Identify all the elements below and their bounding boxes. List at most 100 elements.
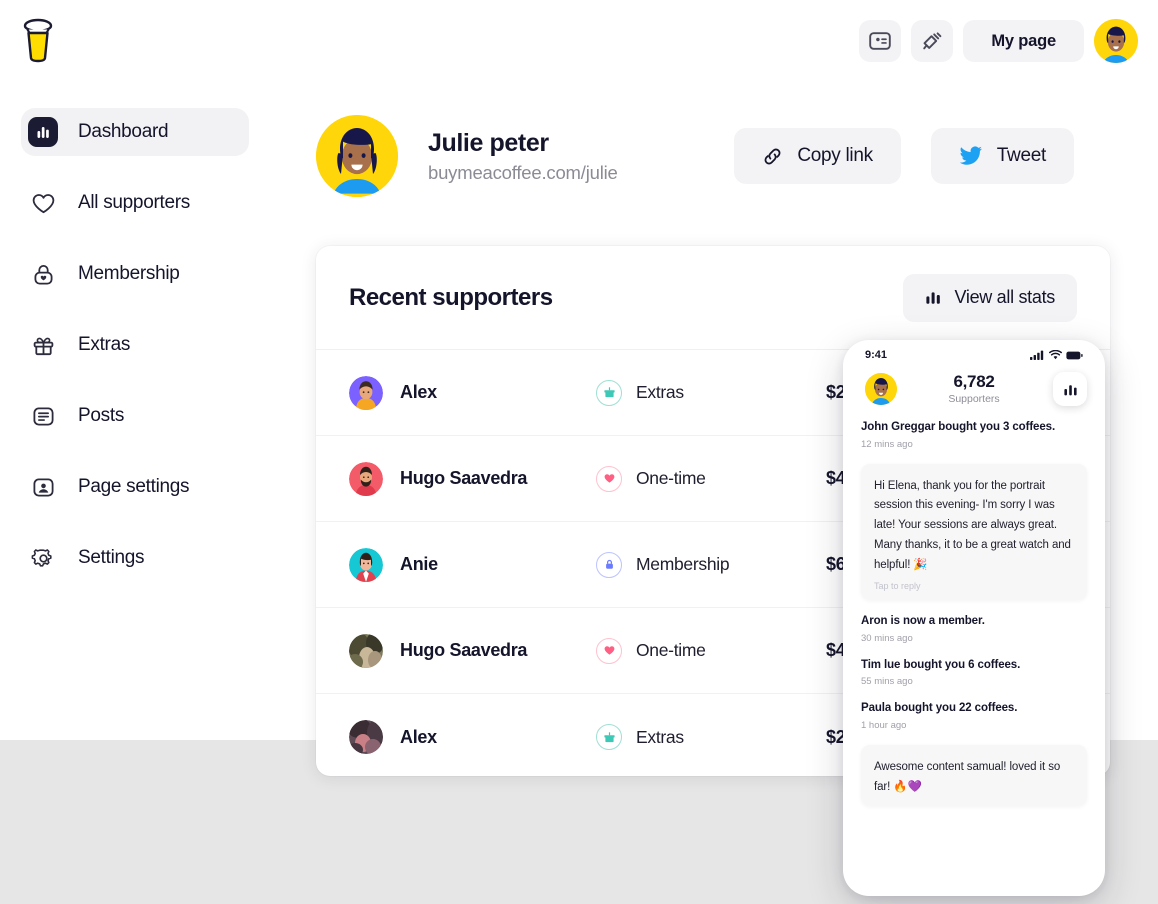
phone-status-bar: 9:41 — [843, 340, 1105, 370]
sidebar: Dashboard All supporters Membership Extr… — [0, 108, 270, 605]
sidebar-item-membership[interactable]: Membership — [0, 250, 270, 298]
notification-time: 1 hour ago — [861, 719, 907, 731]
top-actions: My page — [859, 19, 1138, 63]
cellular-signal-icon — [1030, 350, 1045, 360]
status-time: 9:41 — [865, 349, 888, 361]
user-card-icon — [28, 472, 58, 502]
notification-time: 12 mins ago — [861, 438, 913, 450]
bar-chart-icon — [28, 117, 58, 147]
my-page-button[interactable]: My page — [963, 20, 1084, 62]
message-bubble[interactable]: Hi Elena, thank you for the portrait ses… — [861, 463, 1087, 601]
heart-icon — [596, 637, 622, 664]
heart-icon — [28, 188, 58, 218]
bar-chart-icon — [925, 289, 942, 306]
coffee-cup-icon[interactable] — [19, 16, 57, 64]
sidebar-item-label: Posts — [78, 405, 125, 426]
copy-link-label: Copy link — [797, 145, 873, 166]
message-text: Awesome content samual! loved it so far!… — [874, 760, 1061, 793]
sidebar-item-posts[interactable]: Posts — [0, 392, 270, 440]
notification-time: 30 mins ago — [861, 632, 913, 644]
notification-title: Paula bought you 22 coffees. — [861, 702, 1018, 715]
supporter-type: One-time — [596, 465, 826, 492]
avatar — [349, 461, 383, 496]
supporter-type: One-time — [596, 637, 826, 664]
notification-title: John Greggar bought you 3 coffees. — [861, 421, 1056, 433]
notification-time: 55 mins ago — [861, 676, 913, 688]
battery-icon — [1066, 351, 1083, 360]
sidebar-item-all-supporters[interactable]: All supporters — [0, 179, 270, 227]
view-all-stats-label: View all stats — [954, 287, 1055, 307]
sidebar-item-label: Extras — [78, 334, 131, 355]
sidebar-item-label: All supporters — [78, 192, 190, 213]
card-title: Recent supporters — [349, 283, 553, 311]
profile-url: buymeacoffee.com/julie — [428, 162, 618, 184]
wifi-icon — [1049, 350, 1062, 360]
avatar[interactable] — [865, 373, 897, 405]
supporter-name: Anie — [400, 554, 438, 574]
sidebar-item-dashboard[interactable]: Dashboard — [21, 108, 249, 156]
view-all-stats-button[interactable]: View all stats — [903, 273, 1077, 322]
profile-text: Julie peter buymeacoffee.com/julie — [428, 128, 618, 184]
bar-chart-icon — [1063, 382, 1078, 397]
page-title: Julie peter — [428, 128, 549, 157]
lock-icon — [596, 551, 622, 578]
twitter-icon — [959, 146, 983, 166]
gift-icon — [28, 330, 58, 360]
list-item[interactable]: Tim lue bought you 6 coffees. 55 mins ag… — [861, 658, 1087, 688]
avatar — [349, 633, 383, 668]
tap-to-reply-label[interactable]: Tap to reply — [874, 581, 1074, 591]
profile-header: Julie peter buymeacoffee.com/julie Copy … — [316, 110, 1116, 202]
supporter-type: Extras — [596, 379, 826, 406]
supporter-type-label: One-time — [636, 468, 706, 488]
supporter-name: Hugo Saavedra — [400, 640, 528, 660]
avatar — [349, 375, 383, 410]
avatar — [349, 547, 383, 582]
megaphone-icon-button[interactable] — [911, 20, 954, 62]
post-list-icon — [28, 401, 58, 431]
lock-heart-icon — [28, 259, 58, 289]
tweet-button[interactable]: Tweet — [930, 128, 1074, 184]
list-item[interactable]: Paula bought you 22 coffees. 1 hour ago — [861, 701, 1087, 731]
supporter-name: Alex — [400, 726, 437, 747]
message-text: Hi Elena, thank you for the portrait ses… — [874, 479, 1071, 571]
sidebar-item-label: Settings — [78, 547, 145, 568]
avatar — [349, 720, 383, 754]
top-bar: My page — [0, 0, 1158, 80]
phone-header: 6,782 Supporters — [843, 370, 1105, 420]
sidebar-item-label: Dashboard — [78, 121, 169, 142]
megaphone-icon — [921, 30, 943, 52]
profile-avatar[interactable] — [316, 115, 398, 197]
supporter-type: Extras — [596, 724, 826, 750]
notification-title: Aron is now a member. — [861, 615, 985, 628]
supporter-name: Alex — [400, 382, 437, 402]
sidebar-item-page-settings[interactable]: Page settings — [0, 463, 270, 511]
profile-actions: Copy link Tweet — [734, 128, 1074, 184]
message-bubble[interactable]: Awesome content samual! loved it so far!… — [861, 744, 1087, 807]
status-indicators — [1030, 350, 1083, 360]
list-item[interactable]: John Greggar bought you 3 coffees. 12 mi… — [861, 420, 1087, 450]
supporter-type-label: Extras — [636, 726, 684, 747]
supporter-type-label: Membership — [636, 554, 730, 574]
gear-icon — [28, 543, 58, 573]
gift-icon — [596, 724, 622, 750]
copy-link-button[interactable]: Copy link — [734, 128, 901, 184]
avatar[interactable] — [1094, 19, 1138, 63]
sidebar-item-extras[interactable]: Extras — [0, 321, 270, 369]
membership-card-icon-button[interactable] — [859, 20, 902, 62]
sidebar-item-settings[interactable]: Settings — [0, 534, 270, 582]
tweet-label: Tweet — [996, 145, 1047, 166]
supporter-name: Hugo Saavedra — [400, 468, 528, 488]
supporters-count-label: Supporters — [948, 392, 1000, 405]
supporter-type-label: Extras — [636, 382, 684, 402]
supporter-type: Membership — [596, 551, 826, 578]
link-icon — [762, 146, 783, 167]
membership-card-icon — [869, 32, 892, 50]
list-item[interactable]: Aron is now a member. 30 mins ago — [861, 614, 1087, 644]
phone-stats-button[interactable] — [1053, 372, 1087, 406]
supporters-count: 6,782 — [953, 372, 995, 392]
sidebar-item-label: Membership — [78, 263, 180, 284]
sidebar-item-label: Page settings — [78, 476, 190, 497]
notification-title: Tim lue bought you 6 coffees. — [861, 658, 1021, 671]
phone-preview: 9:41 6,782 Supporters John Greggar bough… — [843, 340, 1105, 896]
card-header: Recent supporters View all stats — [316, 246, 1110, 350]
